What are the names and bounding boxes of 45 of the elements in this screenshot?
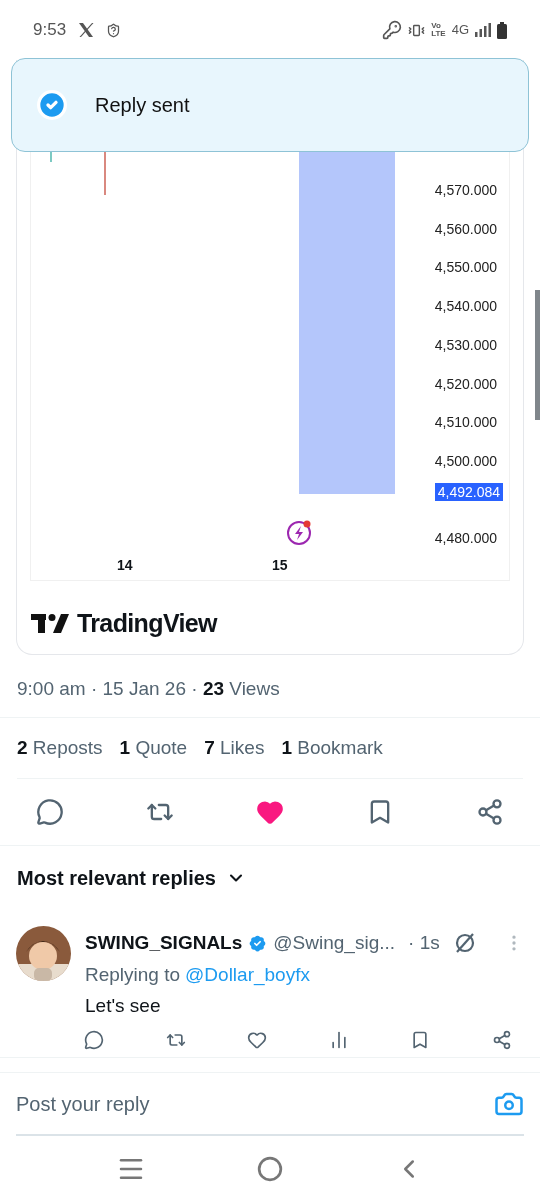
reply-time: · 1s (408, 930, 440, 955)
current-price-tag: 4,492.084 (434, 483, 503, 501)
battery-icon (497, 21, 507, 39)
key-icon (382, 20, 403, 40)
toast-message: Reply sent (95, 93, 190, 118)
lightning-event-icon (286, 518, 314, 546)
date-label: 14 (117, 558, 133, 572)
clock-time: 9:53 (33, 19, 67, 42)
network-label: LTE (431, 30, 446, 38)
engagement-stat[interactable]: 7 Likes (204, 733, 265, 763)
author-name[interactable]: SWING_SIGNALs (85, 928, 243, 958)
heart-icon (247, 1030, 268, 1050)
reply-input[interactable]: Post your reply (16, 1088, 494, 1119)
price-label: 4,510.000 (434, 415, 497, 430)
x-logo-icon (78, 22, 95, 38)
engagement-stat[interactable]: 2 Reposts (17, 733, 103, 763)
heart-icon (256, 798, 284, 826)
network-label: Vo (431, 22, 442, 30)
replying-to-label: Replying to (85, 962, 181, 987)
engagement-stat[interactable]: 1 Quote (119, 733, 188, 763)
price-label: 4,500.000 (434, 453, 497, 468)
price-label: 4,570.000 (434, 183, 497, 197)
reply-icon (36, 798, 64, 826)
share-icon (476, 798, 504, 826)
network-type: 4G (451, 21, 469, 40)
price-label: 4,530.000 (434, 337, 497, 352)
engagement-stat[interactable]: 1 Bookmark (281, 733, 383, 763)
price-label: 4,480.000 (434, 531, 497, 545)
price-label: 4,550.000 (434, 260, 497, 275)
post-timestamp: 9:00 am · 15 Jan 26 · 23 Views (17, 677, 280, 701)
replies-sort-dropdown[interactable]: Most relevant replies (0, 846, 263, 910)
share-icon (491, 1030, 512, 1050)
price-label: 4,520.000 (434, 376, 497, 391)
reply-icon (84, 1030, 104, 1050)
shield-icon (106, 22, 122, 38)
reply-text: Let's see (85, 994, 162, 1018)
date-label: 15 (272, 558, 288, 572)
price-label: 4,560.000 (434, 221, 497, 236)
signal-icon (475, 23, 491, 37)
author-handle[interactable]: @Swing_sig... (273, 928, 396, 958)
check-circle-icon (36, 89, 68, 121)
home-circle-icon[interactable] (257, 1155, 283, 1182)
brand-name: TradingView (77, 608, 217, 639)
tradingview-logo-icon (31, 613, 69, 634)
price-label: 4,540.000 (434, 299, 497, 314)
